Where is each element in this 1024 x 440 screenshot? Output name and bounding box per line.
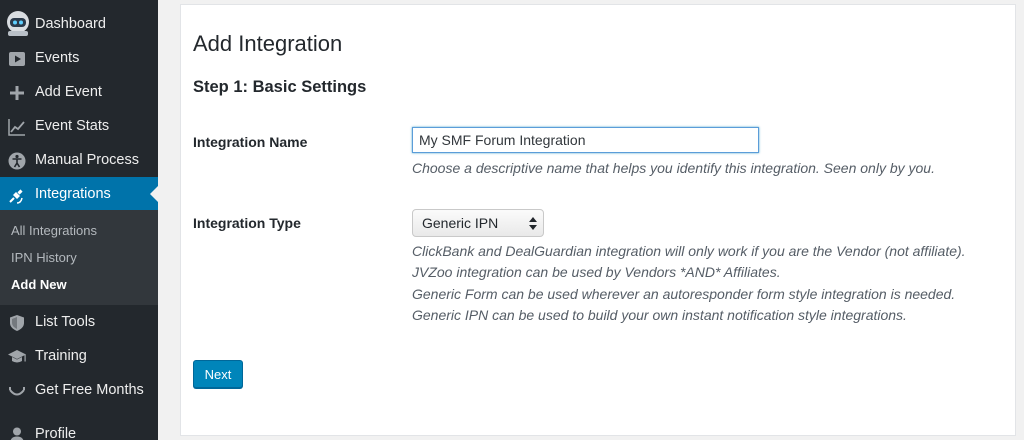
menu-item-label: Get Free Months bbox=[35, 382, 144, 398]
submenu-add-new[interactable]: Add New bbox=[11, 277, 67, 292]
menu-item-label: Dashboard bbox=[35, 16, 106, 32]
integration-type-selected-value: Generic IPN bbox=[422, 215, 499, 231]
integrations-submenu: All Integrations IPN History Add New bbox=[0, 210, 158, 305]
menu-item-event-stats[interactable]: Event Stats bbox=[0, 109, 158, 143]
menu-item-list-tools[interactable]: List Tools bbox=[0, 305, 158, 339]
submenu-all-integrations[interactable]: All Integrations bbox=[11, 223, 97, 238]
accessibility-icon bbox=[7, 151, 27, 171]
integration-type-label: Integration Type bbox=[193, 215, 301, 231]
menu-item-label: Events bbox=[35, 50, 80, 66]
menu-item-events[interactable]: Events bbox=[0, 41, 158, 75]
robot-avatar-icon bbox=[4, 9, 32, 37]
menu-item-label: Event Stats bbox=[35, 118, 110, 134]
menu-item-manual-process[interactable]: Manual Process bbox=[0, 143, 158, 177]
chart-line-icon bbox=[7, 117, 27, 137]
play-icon bbox=[7, 49, 27, 69]
menu-item-label: Training bbox=[35, 348, 87, 364]
plus-icon bbox=[7, 83, 27, 103]
next-button[interactable]: Next bbox=[193, 360, 243, 388]
smile-icon bbox=[7, 381, 27, 401]
menu-item-label: Add Event bbox=[35, 84, 102, 100]
integration-type-description: Generic Form can be used wherever an aut… bbox=[412, 286, 956, 302]
integration-name-label: Integration Name bbox=[193, 134, 308, 150]
menu-item-integrations[interactable]: Integrations bbox=[0, 177, 158, 211]
graduation-cap-icon bbox=[7, 347, 27, 367]
plug-icon bbox=[7, 185, 27, 205]
integration-name-input[interactable] bbox=[412, 127, 759, 153]
menu-item-label: Profile bbox=[35, 426, 77, 440]
shield-icon bbox=[7, 313, 27, 333]
menu-item-label: Integrations bbox=[35, 186, 111, 202]
menu-item-add-event[interactable]: Add Event bbox=[0, 75, 158, 109]
menu-item-label: List Tools bbox=[35, 314, 96, 330]
menu-item-label: Manual Process bbox=[35, 152, 139, 168]
menu-item-dashboard[interactable]: Dashboard bbox=[0, 7, 158, 41]
menu-item-get-free-months[interactable]: Get Free Months bbox=[0, 373, 158, 407]
menu-item-training[interactable]: Training bbox=[0, 339, 158, 373]
page-title: Add Integration bbox=[193, 31, 343, 56]
integration-type-description: Generic IPN can be used to build your ow… bbox=[412, 307, 907, 323]
integration-type-description: JVZoo integration can be used by Vendors… bbox=[412, 264, 781, 280]
main-panel: Add Integration Step 1: Basic Settings I… bbox=[180, 4, 1016, 436]
admin-sidebar: Dashboard Events Add Event Event Stats M… bbox=[0, 0, 158, 440]
integration-name-description: Choose a descriptive name that helps you… bbox=[412, 160, 935, 176]
integration-type-select[interactable]: Generic IPN bbox=[412, 209, 544, 237]
select-arrows-icon bbox=[528, 217, 538, 230]
user-icon bbox=[7, 425, 27, 440]
menu-item-profile[interactable]: Profile bbox=[0, 417, 158, 440]
step-title: Step 1: Basic Settings bbox=[193, 78, 367, 96]
submenu-ipn-history[interactable]: IPN History bbox=[11, 250, 77, 265]
integration-type-description: ClickBank and DealGuardian integration w… bbox=[412, 243, 966, 259]
